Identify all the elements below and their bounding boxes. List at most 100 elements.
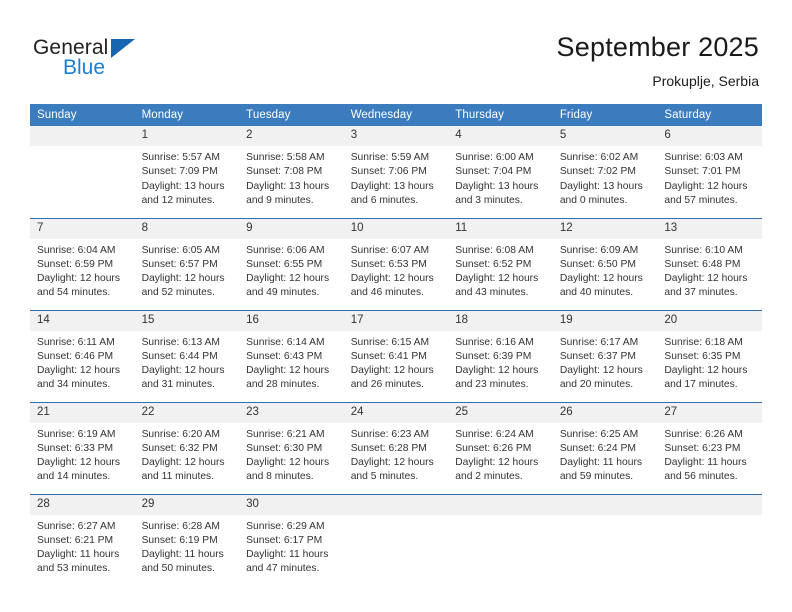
calendar-day-cell[interactable]: 17 Sunrise: 6:15 AM Sunset: 6:41 PM Dayligh… (343, 309, 449, 402)
calendar-day-cell[interactable]: 14 Sunrise: 6:11 AM Sunset: 6:46 PM Dayligh… (30, 309, 135, 402)
day-number: 22 (134, 402, 240, 423)
sunrise-time: Sunrise: 6:28 AM (141, 520, 220, 532)
day-details: Sunrise: 6:18 AM Sunset: 6:35 PM Daylight:… (657, 331, 762, 393)
daylight-duration-line2: and 49 minutes. (246, 287, 320, 299)
daylight-duration-line2: and 3 minutes. (455, 194, 523, 206)
calendar-day-cell[interactable]: 6 Sunrise: 6:03 AM Sunset: 7:01 PM Daylight… (657, 126, 762, 218)
calendar-day-cell[interactable]: 19 Sunrise: 6:17 AM Sunset: 6:37 PM Dayligh… (552, 309, 658, 402)
daylight-duration-line2: and 52 minutes. (141, 287, 215, 299)
day-details: Sunrise: 6:00 AM Sunset: 7:04 PM Daylight:… (448, 146, 553, 208)
day-details: Sunrise: 6:28 AM Sunset: 6:19 PM Daylight:… (135, 515, 240, 577)
day-details: Sunrise: 6:19 AM Sunset: 6:33 PM Daylight:… (30, 423, 135, 485)
day-details: Sunrise: 6:09 AM Sunset: 6:50 PM Daylight:… (553, 239, 658, 301)
calendar-day-cell[interactable]: 7 Sunrise: 6:04 AM Sunset: 6:59 PM Daylight… (30, 217, 135, 310)
calendar-day-cell-empty (552, 493, 658, 586)
calendar-day-cell[interactable]: 5 Sunrise: 6:02 AM Sunset: 7:02 PM Daylight… (552, 126, 658, 218)
calendar-week-row: 21 Sunrise: 6:19 AM Sunset: 6:33 PM Dayligh… (30, 401, 762, 494)
daylight-duration-line2: and 8 minutes. (246, 471, 314, 483)
calendar-day-cell[interactable]: 1 Sunrise: 5:57 AM Sunset: 7:09 PM Daylight… (134, 126, 240, 218)
day-number: 12 (552, 218, 658, 239)
daylight-duration-line2: and 53 minutes. (37, 563, 111, 575)
sunset-time: Sunset: 7:06 PM (350, 166, 427, 178)
day-number: 11 (448, 218, 553, 239)
calendar-day-cell[interactable]: 12 Sunrise: 6:09 AM Sunset: 6:50 PM Dayligh… (552, 217, 658, 310)
daylight-duration-line2: and 34 minutes. (37, 379, 111, 391)
day-number: 24 (343, 402, 449, 423)
calendar-day-cell[interactable]: 3 Sunrise: 5:59 AM Sunset: 7:06 PM Daylight… (343, 126, 449, 218)
day-number: 15 (134, 310, 240, 331)
calendar-day-cell-empty (343, 493, 449, 586)
day-details: Sunrise: 5:58 AM Sunset: 7:08 PM Daylight:… (239, 146, 344, 208)
sunset-time: Sunset: 6:28 PM (350, 442, 427, 454)
calendar-day-cell[interactable]: 2 Sunrise: 5:58 AM Sunset: 7:08 PM Daylight… (239, 126, 344, 218)
day-number (657, 494, 762, 515)
sunrise-time: Sunrise: 6:23 AM (350, 428, 430, 440)
calendar-day-cell[interactable]: 24 Sunrise: 6:23 AM Sunset: 6:28 PM Dayligh… (343, 401, 449, 494)
daylight-duration-line1: Daylight: 12 hours (37, 365, 120, 377)
daylight-duration-line1: Daylight: 12 hours (559, 365, 643, 377)
daylight-duration-line1: Daylight: 11 hours (141, 549, 224, 561)
day-number (552, 494, 658, 515)
sunset-time: Sunset: 6:23 PM (664, 442, 741, 454)
location-subtitle: Prokuplje, Serbia (652, 73, 759, 89)
calendar-day-cell[interactable]: 26 Sunrise: 6:25 AM Sunset: 6:24 PM Dayligh… (552, 401, 658, 494)
daylight-duration-line2: and 46 minutes. (350, 287, 424, 299)
sunset-time: Sunset: 6:48 PM (664, 258, 741, 270)
day-number: 18 (448, 310, 553, 331)
daylight-duration-line1: Daylight: 12 hours (246, 457, 330, 469)
calendar-day-cell-empty (657, 493, 762, 586)
sunset-time: Sunset: 6:37 PM (559, 350, 636, 362)
calendar-day-cell[interactable]: 11 Sunrise: 6:08 AM Sunset: 6:52 PM Dayligh… (448, 217, 553, 310)
sunset-time: Sunset: 7:09 PM (141, 166, 218, 178)
general-blue-logo[interactable]: General Blue (33, 36, 253, 88)
calendar-day-cell[interactable]: 10 Sunrise: 6:07 AM Sunset: 6:53 PM Dayligh… (343, 217, 449, 310)
day-number: 21 (30, 402, 135, 423)
calendar-day-cell[interactable]: 15 Sunrise: 6:13 AM Sunset: 6:44 PM Dayligh… (134, 309, 240, 402)
calendar-day-cell[interactable]: 30 Sunrise: 6:29 AM Sunset: 6:17 PM Dayligh… (239, 493, 344, 586)
day-number: 25 (448, 402, 553, 423)
sunset-time: Sunset: 6:21 PM (37, 534, 114, 546)
sunrise-time: Sunrise: 6:10 AM (664, 244, 743, 256)
calendar-day-cell[interactable]: 27 Sunrise: 6:26 AM Sunset: 6:23 PM Dayligh… (657, 401, 762, 494)
logo-triangle-icon (111, 39, 135, 58)
calendar-day-cell[interactable]: 20 Sunrise: 6:18 AM Sunset: 6:35 PM Dayligh… (657, 309, 762, 402)
calendar-day-cell[interactable]: 4 Sunrise: 6:00 AM Sunset: 7:04 PM Daylight… (448, 126, 553, 218)
calendar-day-cell[interactable]: 8 Sunrise: 6:05 AM Sunset: 6:57 PM Daylight… (134, 217, 240, 310)
sunrise-time: Sunrise: 5:57 AM (141, 152, 220, 163)
day-number: 13 (657, 218, 762, 239)
sunset-time: Sunset: 6:19 PM (141, 534, 218, 546)
sunrise-time: Sunrise: 6:05 AM (141, 244, 220, 256)
day-details: Sunrise: 6:20 AM Sunset: 6:32 PM Daylight:… (135, 423, 240, 485)
daylight-duration-line2: and 20 minutes. (559, 379, 634, 391)
page-title: September 2025 (556, 32, 759, 62)
day-number: 23 (239, 402, 344, 423)
calendar-day-cell[interactable]: 16 Sunrise: 6:14 AM Sunset: 6:43 PM Dayligh… (239, 309, 344, 402)
sunset-time: Sunset: 7:02 PM (559, 166, 636, 178)
daylight-duration-line2: and 6 minutes. (350, 194, 419, 206)
daylight-duration-line2: and 17 minutes. (664, 379, 738, 391)
calendar-day-cell[interactable]: 22 Sunrise: 6:20 AM Sunset: 6:32 PM Dayligh… (134, 401, 240, 494)
day-number: 3 (343, 126, 449, 146)
sunrise-time: Sunrise: 6:13 AM (141, 336, 220, 348)
calendar-day-cell[interactable]: 21 Sunrise: 6:19 AM Sunset: 6:33 PM Dayligh… (30, 401, 135, 494)
calendar-day-cell[interactable]: 18 Sunrise: 6:16 AM Sunset: 6:39 PM Dayligh… (448, 309, 553, 402)
calendar-day-cell[interactable]: 28 Sunrise: 6:27 AM Sunset: 6:21 PM Dayligh… (30, 493, 135, 586)
day-number: 2 (239, 126, 344, 146)
daylight-duration-line1: Daylight: 12 hours (37, 457, 120, 469)
daylight-duration-line1: Daylight: 13 hours (350, 180, 434, 192)
calendar-day-cell[interactable]: 25 Sunrise: 6:24 AM Sunset: 6:26 PM Dayligh… (448, 401, 553, 494)
calendar-day-cell[interactable]: 23 Sunrise: 6:21 AM Sunset: 6:30 PM Dayligh… (239, 401, 344, 494)
sunset-time: Sunset: 6:33 PM (37, 442, 114, 454)
calendar-day-cell[interactable]: 29 Sunrise: 6:28 AM Sunset: 6:19 PM Dayligh… (134, 493, 240, 586)
daylight-duration-line2: and 31 minutes. (141, 379, 215, 391)
day-number: 29 (134, 494, 240, 515)
daylight-duration-line2: and 23 minutes. (455, 379, 529, 391)
logo-text-blue: Blue (63, 56, 106, 79)
day-details: Sunrise: 6:07 AM Sunset: 6:53 PM Daylight:… (344, 239, 449, 301)
daylight-duration-line2: and 56 minutes. (664, 471, 738, 483)
daylight-duration-line2: and 37 minutes. (664, 287, 738, 299)
calendar-day-cell[interactable]: 13 Sunrise: 6:10 AM Sunset: 6:48 PM Dayligh… (657, 217, 762, 310)
sunset-time: Sunset: 6:17 PM (246, 534, 323, 546)
calendar-day-cell[interactable]: 9 Sunrise: 6:06 AM Sunset: 6:55 PM Daylight… (239, 217, 344, 310)
daylight-duration-line2: and 26 minutes. (350, 379, 424, 391)
